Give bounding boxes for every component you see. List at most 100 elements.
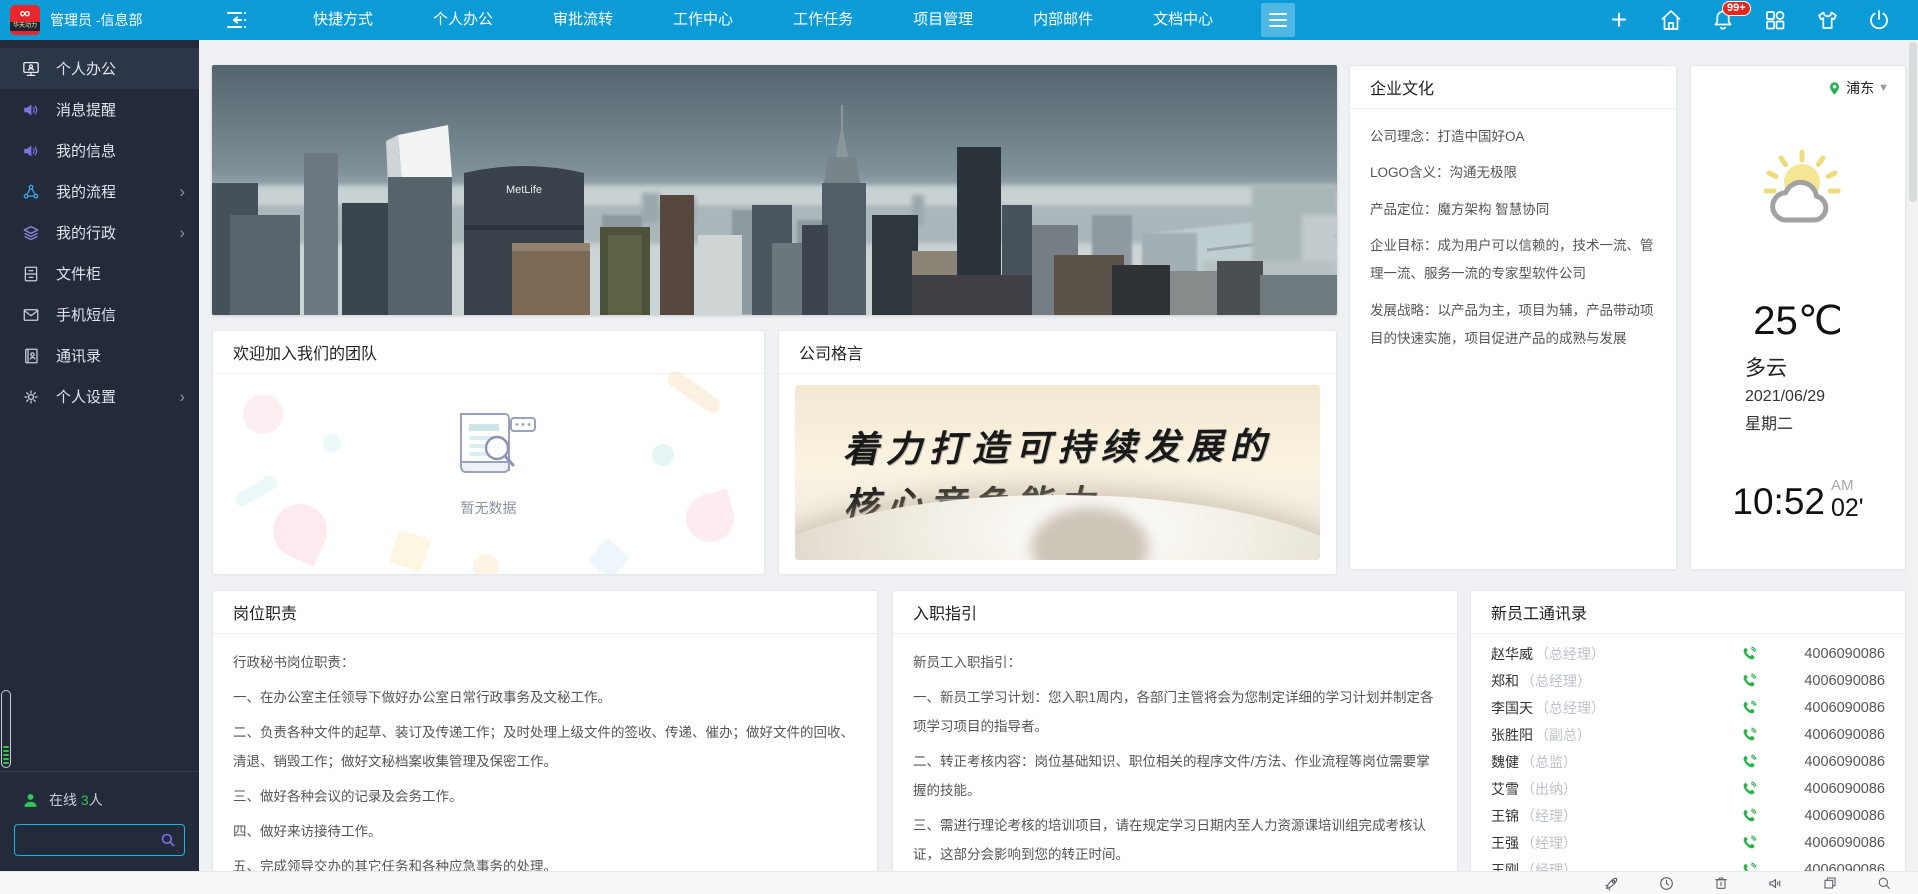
notification-badge: 99+ <box>1722 1 1751 16</box>
nav-work-center[interactable]: 工作中心 <box>643 0 763 40</box>
phone-icon[interactable] <box>1741 646 1757 662</box>
contact-row[interactable]: 郑和 （总经理） 4006090086 <box>1491 667 1885 694</box>
online-user-icon <box>24 793 37 807</box>
phone-icon[interactable] <box>1741 727 1757 743</box>
contact-name: 张胜阳 <box>1491 726 1533 743</box>
nav-approval-flow[interactable]: 审批流转 <box>523 0 643 40</box>
guide-line: 一、新员工学习计划：您入职1周内，各部门主管将会为您制定详细的学习计划并制定各项… <box>913 690 1434 735</box>
contact-phone: 4006090086 <box>1804 780 1885 797</box>
duty-line: 四、做好来访接待工作。 <box>233 824 382 840</box>
contact-role: （经理） <box>1521 807 1577 824</box>
sidebar-item-sms[interactable]: 手机短信 <box>0 294 199 335</box>
contact-phone: 4006090086 <box>1804 672 1885 689</box>
sidebar-item-my-info[interactable]: 我的信息 <box>0 130 199 171</box>
add-icon[interactable]: + <box>1606 6 1632 34</box>
contact-row[interactable]: 张胜阳 （副总） 4006090086 <box>1491 721 1885 748</box>
sidebar-item-label: 通讯录 <box>56 348 102 365</box>
duty-line: 一、在办公室主任领导下做好办公室日常行政事务及文秘工作。 <box>233 690 611 706</box>
sidebar-item-label: 我的信息 <box>56 143 117 160</box>
trash-icon[interactable] <box>1713 875 1729 891</box>
contact-row[interactable]: 艾雪 （出纳） 4006090086 <box>1491 775 1885 802</box>
panel-title: 企业文化 <box>1350 66 1676 109</box>
sidebar-item-label: 个人办公 <box>56 61 117 78</box>
topbar-actions: + 99+ <box>1606 1 1918 34</box>
collapse-menu-icon[interactable] <box>225 9 249 31</box>
restore-window-icon[interactable] <box>1822 875 1838 891</box>
contact-row[interactable]: 王刚 （经理） 4006090086 <box>1491 856 1885 871</box>
sidebar-item-message-alerts[interactable]: 消息提醒 <box>0 89 199 130</box>
phone-icon[interactable] <box>1741 700 1757 716</box>
online-count: 3 <box>80 792 89 808</box>
contact-name: 艾雪 <box>1491 780 1519 797</box>
contact-row[interactable]: 王锦 （经理） 4006090086 <box>1491 802 1885 829</box>
sidebar-item-my-admin[interactable]: 我的行政 › <box>0 212 199 253</box>
nav-personal-office[interactable]: 个人办公 <box>403 0 523 40</box>
phone-icon[interactable] <box>1741 808 1757 824</box>
contact-row[interactable]: 李国天 （总经理） 4006090086 <box>1491 694 1885 721</box>
scrollbar-thumb[interactable] <box>1909 42 1917 202</box>
app-logo[interactable]: ∞ 华天动力 <box>10 5 40 35</box>
contact-role: （总经理） <box>1535 699 1605 716</box>
contact-row[interactable]: 魏健 （总监） 4006090086 <box>1491 748 1885 775</box>
phone-icon[interactable] <box>1741 673 1757 689</box>
location-selector[interactable]: 浦东 ▼ <box>1827 78 1889 98</box>
sidebar-item-file-cabinet[interactable]: 文件柜 <box>0 253 199 294</box>
nav-internal-mail[interactable]: 内部邮件 <box>1003 0 1123 40</box>
contact-row[interactable]: 王强 （经理） 4006090086 <box>1491 829 1885 856</box>
notifications-bell-icon[interactable]: 99+ <box>1710 1 1751 33</box>
nav-project-management[interactable]: 项目管理 <box>883 0 1003 40</box>
sidebar-item-my-workflow[interactable]: 我的流程 › <box>0 171 199 212</box>
guide-line: 三、需进行理论考核的培训项目，请在规定学习日期内至人力资源课培训组完成考核认证，… <box>913 818 1426 863</box>
sidebar-item-label: 文件柜 <box>56 266 102 283</box>
empty-state-text: 暂无数据 <box>460 500 517 516</box>
nav-document-center[interactable]: 文档中心 <box>1123 0 1243 40</box>
empty-state-illustration <box>459 413 536 473</box>
chevron-right-icon: › <box>179 223 185 242</box>
sidebar-item-address-book[interactable]: 通讯录 <box>0 335 199 376</box>
motto-image: 着力打造可持续发展的 核心竞争能力 <box>795 385 1320 560</box>
contact-role: （总监） <box>1521 753 1577 770</box>
apps-grid-icon[interactable] <box>1762 7 1788 33</box>
history-clock-icon[interactable] <box>1658 875 1675 892</box>
contact-phone: 4006090086 <box>1804 753 1885 770</box>
phone-icon[interactable] <box>1741 781 1757 797</box>
power-logout-icon[interactable] <box>1866 7 1892 33</box>
contact-role: （副总） <box>1535 726 1591 743</box>
chevron-down-icon: ▼ <box>1878 82 1889 94</box>
panel-title: 公司格言 <box>779 331 1336 374</box>
sidebar-item-personal-office[interactable]: 个人办公 <box>0 48 199 89</box>
location-city: 浦东 <box>1846 80 1875 96</box>
sidebar-item-label: 我的行政 <box>56 225 117 242</box>
sidebar-item-personal-settings[interactable]: 个人设置 › <box>0 376 199 417</box>
culture-panel: 企业文化 公司理念：打造中国好OA LOGO含义：沟通无极限 产品定位：魔方架构… <box>1349 65 1677 570</box>
search-icon[interactable] <box>159 831 177 849</box>
location-pin-icon <box>1830 81 1840 95</box>
rocket-icon[interactable] <box>1603 875 1620 892</box>
vertical-scrollbar[interactable] <box>1908 40 1918 872</box>
contact-role: （总经理） <box>1521 672 1591 689</box>
search-icon[interactable] <box>1876 875 1892 891</box>
edge-battery-widget[interactable] <box>1 690 11 768</box>
volume-icon[interactable] <box>1767 875 1784 892</box>
contact-row[interactable]: 赵华威 （总经理） 4006090086 <box>1491 640 1885 667</box>
duty-line: 二、负责各种文件的起草、装订及传递工作；及时处理上级文件的签收、传递、催办；做好… <box>233 725 854 770</box>
sidebar-footer: 在线 3人 <box>0 771 199 872</box>
phone-icon[interactable] <box>1741 754 1757 770</box>
online-suffix: 人 <box>88 792 103 808</box>
contact-name: 赵华威 <box>1491 645 1533 662</box>
welcome-panel: 欢迎加入我们的团队 暂无数据 <box>212 330 765 575</box>
more-menu-button[interactable] <box>1261 3 1296 37</box>
nav-work-tasks[interactable]: 工作任务 <box>763 0 883 40</box>
city-banner-image: MetLife <box>212 65 1337 315</box>
duty-panel: 岗位职责 行政秘书岗位职责： 一、在办公室主任领导下做好办公室日常行政事务及文秘… <box>212 590 878 872</box>
logo-glyph: ∞ <box>19 5 31 22</box>
contact-role: （经理） <box>1521 834 1577 851</box>
nav-shortcuts[interactable]: 快捷方式 <box>283 0 403 40</box>
theme-shirt-icon[interactable] <box>1814 7 1840 33</box>
phone-icon[interactable] <box>1741 835 1757 851</box>
motto-line1: 着力打造可持续发展的 <box>842 425 1273 471</box>
contact-phone: 4006090086 <box>1804 645 1885 662</box>
clock-seconds: 02' <box>1831 494 1864 522</box>
home-icon[interactable] <box>1658 7 1684 33</box>
clock-meridiem: AM <box>1831 477 1854 494</box>
